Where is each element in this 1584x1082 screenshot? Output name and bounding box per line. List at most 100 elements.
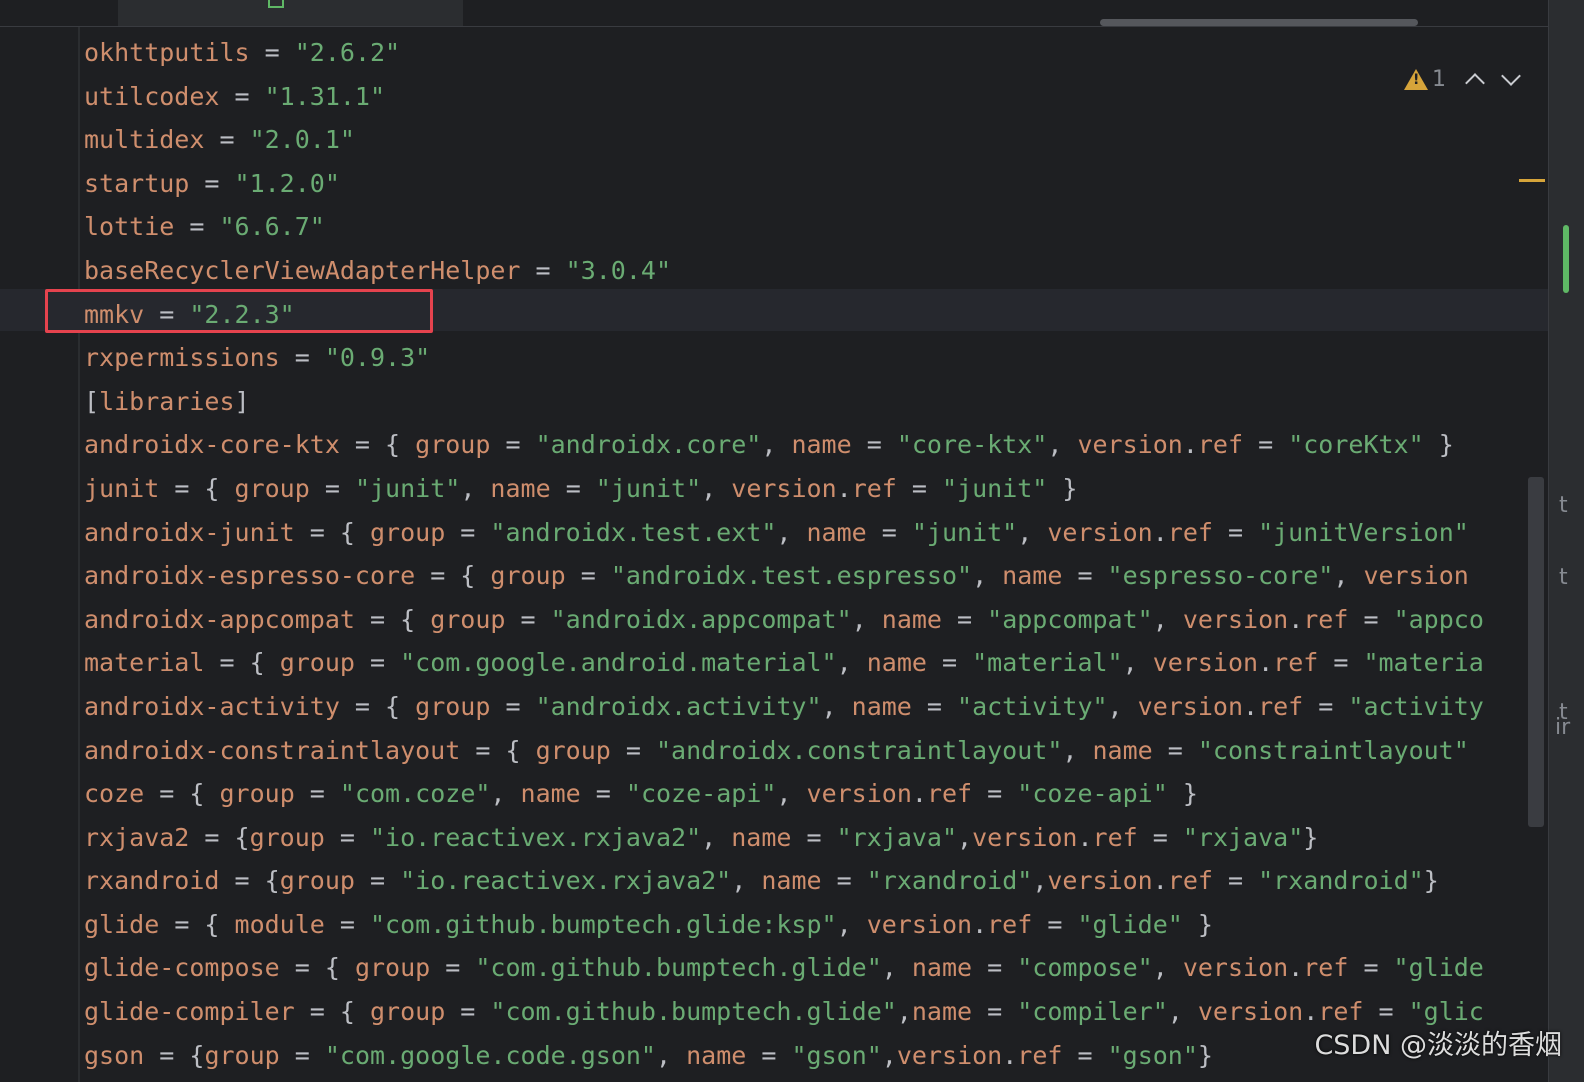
- code-string-token: "com.github.bumptech.glide": [475, 953, 882, 983]
- code-punct-token: ,: [821, 691, 852, 721]
- code-editor[interactable]: okhttputils = "2.6.2" utilcodex = "1.31.1…: [0, 27, 1548, 1082]
- vertical-scrollbar[interactable]: [1528, 477, 1544, 827]
- code-string-token: "rxjava": [1182, 822, 1304, 852]
- code-key-token: ref: [926, 779, 973, 809]
- code-key-token: material: [84, 648, 205, 678]
- code-key-token: group: [430, 604, 506, 634]
- code-punct-token: ,: [1017, 517, 1048, 547]
- code-punct-token: [: [84, 386, 100, 416]
- code-string-token: "activity": [957, 691, 1108, 721]
- code-line[interactable]: okhttputils = "2.6.2": [84, 31, 1484, 75]
- code-punct-token: = {: [415, 561, 491, 591]
- code-punct-token: .: [836, 473, 852, 503]
- code-string-token: "coze-api": [625, 779, 777, 809]
- code-punct-token: =: [1062, 561, 1108, 591]
- code-punct-token: ]: [234, 386, 250, 416]
- code-line[interactable]: rxandroid = {group = "io.reactivex.rxjav…: [84, 859, 1484, 903]
- code-punct-token: =: [445, 997, 491, 1027]
- code-string-token: "junit": [354, 473, 461, 503]
- code-string-token: "coreKtx": [1288, 430, 1424, 460]
- inspection-widget[interactable]: 1: [1404, 65, 1521, 93]
- code-punct-token: = {: [144, 779, 220, 809]
- code-line[interactable]: androidx-activity = { group = "androidx.…: [84, 685, 1484, 729]
- code-key-token: coze: [84, 779, 145, 809]
- code-key-token: version: [1077, 430, 1183, 460]
- code-punct-token: =: [1363, 997, 1409, 1027]
- code-key-token: androidx-appcompat: [84, 604, 355, 634]
- code-punct-token: =: [1303, 691, 1349, 721]
- code-punct-token: ,: [701, 473, 732, 503]
- code-string-token: "androidx.constraintlayout": [655, 735, 1063, 765]
- code-string-token: "6.6.7": [219, 212, 325, 242]
- code-line[interactable]: coze = { group = "com.coze", name = "coz…: [84, 772, 1484, 816]
- code-line[interactable]: startup = "1.2.0": [84, 162, 1484, 206]
- code-string-token: "rxandroid": [1258, 866, 1424, 896]
- code-line[interactable]: baseRecyclerViewAdapterHelper = "3.0.4": [84, 249, 1484, 293]
- code-key-token: name: [686, 1040, 747, 1070]
- code-string-token: "androidx.test.ext": [490, 517, 777, 547]
- code-punct-token: = {: [159, 473, 235, 503]
- code-key-token: version: [1047, 517, 1153, 547]
- code-punct-token: =: [972, 779, 1018, 809]
- code-line[interactable]: [libraries]: [84, 380, 1484, 424]
- code-punct-token: ,: [972, 561, 1003, 591]
- code-key-token: glide-compose: [84, 953, 280, 983]
- code-key-token: ref: [851, 473, 897, 503]
- code-punct-token: =: [565, 561, 611, 591]
- code-string-token: "com.github.bumptech.glide": [490, 997, 897, 1027]
- code-line[interactable]: multidex = "2.0.1": [84, 118, 1484, 162]
- next-highlight-icon[interactable]: [1501, 66, 1521, 86]
- code-line[interactable]: gson = {group = "com.google.code.gson", …: [84, 1034, 1484, 1078]
- code-line[interactable]: androidx-appcompat = { group = "androidx…: [84, 598, 1484, 642]
- code-line[interactable]: lottie = "6.6.7": [84, 205, 1484, 249]
- code-line[interactable]: androidx-core-ktx = { group = "androidx.…: [84, 423, 1484, 467]
- code-key-token: androidx-core-ktx: [84, 430, 340, 460]
- code-line[interactable]: androidx-constraintlayout = { group = "a…: [84, 729, 1484, 773]
- code-string-token: "androidx.activity": [535, 691, 822, 721]
- code-line[interactable]: junit = { group = "junit", name = "junit…: [84, 467, 1484, 511]
- code-punct-token: =: [911, 691, 958, 721]
- code-key-token: libraries: [99, 386, 235, 416]
- code-line[interactable]: androidx-espresso-core = { group = "andr…: [84, 554, 1484, 598]
- code-string-token: "gson": [1107, 1040, 1198, 1070]
- code-area[interactable]: okhttputils = "2.6.2" utilcodex = "1.31.1…: [84, 31, 1484, 1077]
- code-string-token: "com.coze": [339, 779, 491, 809]
- code-line[interactable]: rxpermissions = "0.9.3": [84, 336, 1484, 380]
- warning-stripe-marker[interactable]: [1519, 179, 1545, 182]
- active-editor-tab[interactable]: [118, 0, 463, 26]
- code-line[interactable]: material = { group = "com.google.android…: [84, 641, 1484, 685]
- previous-highlight-icon[interactable]: [1465, 73, 1485, 93]
- code-key-token: group: [204, 1040, 280, 1070]
- code-punct-token: .: [1258, 648, 1274, 678]
- horizontal-scrollbar[interactable]: [1100, 19, 1418, 26]
- code-line[interactable]: androidx-junit = { group = "androidx.tes…: [84, 511, 1484, 555]
- code-punct-token: = {: [159, 909, 235, 939]
- code-punct-token: =: [430, 953, 476, 983]
- code-line[interactable]: glide-compiler = { group = "com.github.b…: [84, 990, 1484, 1034]
- code-line[interactable]: glide = { module = "com.github.bumptech.…: [84, 903, 1484, 947]
- code-punct-token: =: [972, 997, 1018, 1027]
- warning-icon[interactable]: [1404, 68, 1428, 90]
- code-line[interactable]: glide-compose = { group = "com.github.bu…: [84, 946, 1484, 990]
- code-key-token: version: [1137, 691, 1244, 721]
- code-punct-token: .: [1152, 866, 1168, 896]
- code-punct-token: = {: [279, 953, 355, 983]
- code-punct-token: ,: [490, 779, 521, 809]
- code-string-token: "compiler": [1017, 997, 1168, 1027]
- code-punct-token: =: [445, 517, 491, 547]
- code-punct-token: =: [1348, 604, 1394, 634]
- code-key-token: version: [731, 473, 837, 503]
- code-string-token: "glide: [1393, 953, 1484, 983]
- code-string-token: "junit": [942, 473, 1048, 503]
- code-line[interactable]: utilcodex = "1.31.1": [84, 75, 1484, 119]
- code-punct-token: = {: [144, 1040, 205, 1070]
- code-punct-token: ,: [1333, 561, 1364, 591]
- code-punct-token: =: [550, 473, 596, 503]
- code-key-token: androidx-constraintlayout: [84, 735, 461, 765]
- code-punct-token: ,: [731, 866, 762, 896]
- code-line[interactable]: rxjava2 = {group = "io.reactivex.rxjava2…: [84, 816, 1484, 860]
- code-punct-token: .: [1182, 430, 1198, 460]
- code-key-token: name: [1002, 561, 1063, 591]
- code-punct-token: }: [1423, 866, 1439, 896]
- code-string-token: "com.google.android.material": [400, 648, 837, 678]
